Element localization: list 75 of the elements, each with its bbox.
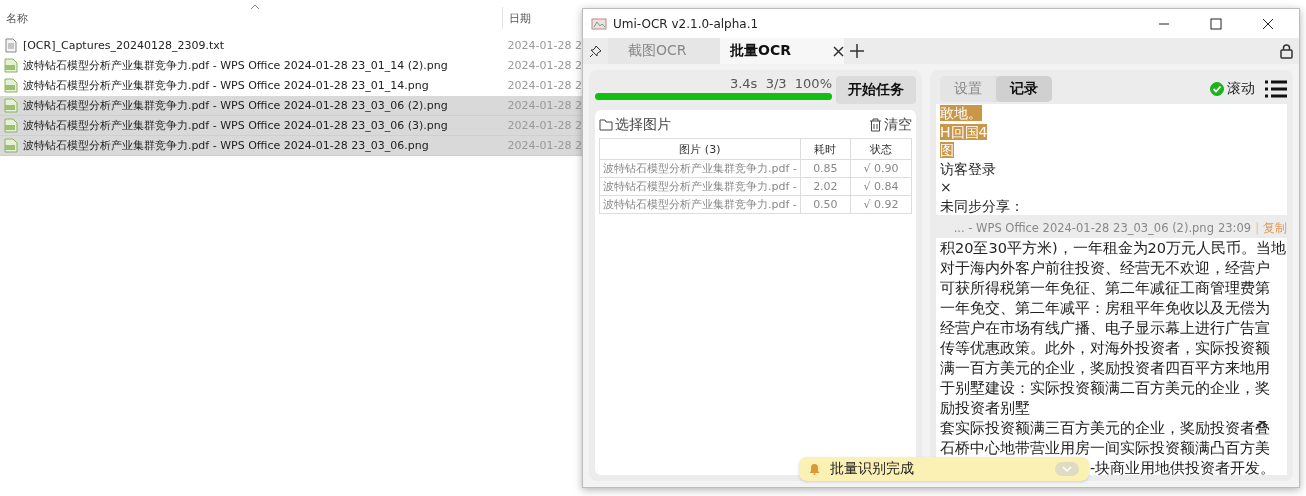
progress-stats: 3.4s 3/3 100% xyxy=(729,76,832,91)
folder-icon xyxy=(599,119,613,131)
choose-images-button[interactable]: 选择图片 xyxy=(599,116,671,134)
text-line: 一年免交、第二年减平：房租平年免收以及无偿为 xyxy=(940,299,1271,318)
file-date: 2024-01-28 2 xyxy=(506,139,582,152)
file-date: 2024-01-28 2 xyxy=(506,79,582,92)
table-cell: 波特钻石模型分析产业集群竞争力.pdf - xyxy=(599,159,801,178)
text-line: -块商业用地供投资者开发。 xyxy=(1090,459,1276,475)
start-task-button[interactable]: 开始任务 xyxy=(836,76,916,104)
table-cell: √ 0.90 xyxy=(850,159,912,178)
file-name: 波特钻石模型分析产业集群竞争力.pdf - WPS Office 2024-01-28 23_01_14.png xyxy=(22,78,430,93)
plus-icon[interactable] xyxy=(850,44,864,58)
table-cell: 波特钻石模型分析产业集群竞争力.pdf - xyxy=(599,177,801,196)
file-row[interactable]: 波特钻石模型分析产业集群竞争力.pdf - WPS Office 2024-01-28 23_03_06 (3).png 2024-01-28 2 xyxy=(0,116,582,136)
tab[interactable]: 记录 xyxy=(996,76,1052,102)
table-cell: 0.50 xyxy=(800,195,851,214)
image-file-icon xyxy=(4,78,19,93)
image-file-icon xyxy=(4,98,19,113)
text-line: 满一百方美元的企业，奖励投资者四百平方来地用 xyxy=(940,359,1271,378)
close-icon[interactable] xyxy=(833,45,844,57)
text-line: × xyxy=(940,179,952,195)
scroll-checkbox[interactable]: 滚动 xyxy=(1210,80,1255,98)
file-name: [OCR]_Captures_20240128_2309.txt xyxy=(22,39,226,52)
file-date: 2024-01-28 2 xyxy=(506,119,582,132)
separator: | xyxy=(1255,221,1259,236)
toast-message: 批量识别完成 xyxy=(830,460,915,478)
text-line: 石桥中心地带营业用房一间实际投资额满凸百方美 xyxy=(940,439,1271,458)
text-line: 经营户在市场有线广播、电子显示幕上进行广告宣 xyxy=(940,319,1271,338)
menu-icon[interactable] xyxy=(1265,80,1287,98)
record-source: ... - WPS Office 2024-01-28 23_03_06 (2).png xyxy=(953,221,1214,236)
pin-icon[interactable] xyxy=(589,44,602,58)
sort-caret-icon xyxy=(250,4,260,10)
image-file-icon xyxy=(4,118,19,133)
trash-icon xyxy=(869,118,882,132)
table-cell: 0.85 xyxy=(800,159,851,178)
text-line: 未同步分享： xyxy=(940,197,1024,214)
file-name: 波特钻石模型分析产业集群竞争力.pdf - WPS Office 2024-01-28 23_01_14 (2).png xyxy=(22,58,449,73)
bell-icon xyxy=(809,463,820,475)
record-time: 23:09 xyxy=(1217,221,1252,236)
file-name: 波特钻石模型分析产业集群竞争力.pdf - WPS Office 2024-01-28 23_03_06.png xyxy=(22,138,430,153)
file-row[interactable]: [OCR]_Captures_20240128_2309.txt 2024-01-28 2 xyxy=(0,36,582,56)
text-line: 对于海内外客户前往投资、经营无不欢迎，经营户 xyxy=(940,259,1271,278)
text-line: 励投资者别墅 xyxy=(940,399,1031,418)
file-date: 2024-01-28 2 xyxy=(506,59,582,72)
file-date: 2024-01-28 2 xyxy=(506,99,582,112)
tab[interactable]: 批量OCR xyxy=(720,38,844,64)
column-header[interactable]: 日期 xyxy=(502,10,582,26)
check-icon xyxy=(1210,82,1224,96)
column-header[interactable]: 名称 xyxy=(0,10,502,26)
table-cell: √ 0.84 xyxy=(850,177,912,196)
table-cell: 2.02 xyxy=(800,177,851,196)
lock-icon[interactable] xyxy=(1280,43,1293,59)
app-logo-icon xyxy=(591,16,607,31)
file-name: 波特钻石模型分析产业集群竞争力.pdf - WPS Office 2024-01-28 23_03_06 (2).png xyxy=(22,98,449,113)
column-header: 状态 xyxy=(850,138,912,160)
table-cell: √ 0.92 xyxy=(850,195,912,214)
column-header: 图片 (3) xyxy=(599,138,801,160)
table-cell: 波特钻石模型分析产业集群竞争力.pdf - xyxy=(599,195,801,214)
file-row[interactable]: 波特钻石模型分析产业集群竞争力.pdf - WPS Office 2024-01-28 23_03_06 (2).png 2024-01-28 2 xyxy=(0,96,582,116)
file-row[interactable]: 波特钻石模型分析产业集群竞争力.pdf - WPS Office 2024-01-28 23_01_14 (2).png 2024-01-28 2 xyxy=(0,56,582,76)
text-line: 套实际投资额满三百方美元的企业，奖励投资者叠 xyxy=(940,419,1271,438)
file-row[interactable]: 波特钻石模型分析产业集群竞争力.pdf - WPS Office 2024-01-28 23_01_14.png 2024-01-28 2 xyxy=(0,76,582,96)
document-icon xyxy=(5,38,18,53)
file-row[interactable]: 波特钻石模型分析产业集群竞争力.pdf - WPS Office 2024-01-28 23_03_06.png 2024-01-28 2 xyxy=(0,136,582,156)
text-line: 于别墅建设：实际投资额满二百方美元的企业，奖 xyxy=(940,379,1271,398)
image-file-icon xyxy=(4,58,19,73)
image-file-icon xyxy=(4,138,19,153)
column-header: 耗时 xyxy=(800,138,851,160)
file-name: 波特钻石模型分析产业集群竞争力.pdf - WPS Office 2024-01-28 23_03_06 (3).png xyxy=(22,118,449,133)
text-line: 可获所得税第一年免征、第二年减征工商管理费第 xyxy=(940,279,1271,298)
window-title: Umi-OCR v2.1.0-alpha.1 xyxy=(613,16,760,31)
file-date: 2024-01-28 2 xyxy=(506,39,582,52)
text-line: 传等优惠政策。此外，对海外投资者，实际投资额 xyxy=(940,339,1271,358)
clear-button[interactable]: 清空 xyxy=(869,116,912,134)
text-line: 访客登录 xyxy=(940,160,996,177)
